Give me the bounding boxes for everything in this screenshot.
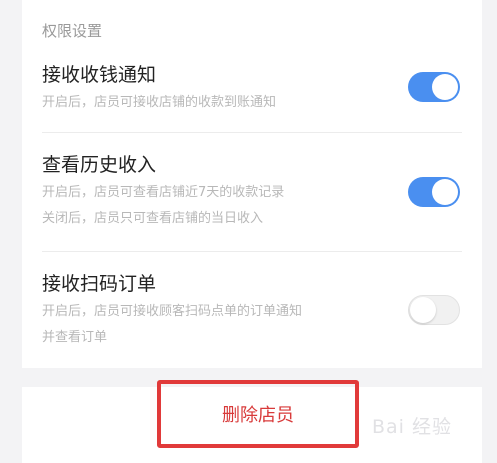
- permission-desc: 开启后，店员可接收顾客扫码点单的订单通知: [42, 304, 303, 319]
- toggle-knob: [410, 297, 436, 323]
- permission-row-receive-payment: 接收收钱通知 开启后，店员可接收店铺的收款到账通知: [42, 62, 462, 122]
- watermark: Bai 经验: [372, 416, 452, 438]
- permission-desc: 开启后，店员可接收店铺的收款到账通知: [42, 95, 277, 110]
- permission-title: 查看历史收入: [42, 154, 157, 176]
- toggle-knob: [432, 179, 458, 205]
- permission-title: 接收扫码订单: [42, 273, 157, 295]
- toggle-receive-payment[interactable]: [408, 72, 460, 102]
- section-title: 权限设置: [42, 22, 103, 40]
- permission-desc: 关闭后，店员只可查看店铺的当日收入: [42, 211, 264, 226]
- toggle-knob: [432, 74, 458, 100]
- permission-row-scan-orders: 接收扫码订单 开启后，店员可接收顾客扫码点单的订单通知 并查看订单: [42, 271, 462, 355]
- permission-row-view-history: 查看历史收入 开启后，店员可查看店铺近7天的收款记录 关闭后，店员只可查看店铺的…: [42, 152, 462, 236]
- divider: [42, 251, 462, 252]
- toggle-scan-orders[interactable]: [408, 295, 460, 325]
- toggle-view-history[interactable]: [408, 177, 460, 207]
- permission-desc: 开启后，店员可查看店铺近7天的收款记录: [42, 185, 285, 200]
- permission-title: 接收收钱通知: [42, 64, 157, 86]
- permission-settings-card: 权限设置 接收收钱通知 开启后，店员可接收店铺的收款到账通知 查看历史收入 开启…: [22, 0, 482, 368]
- delete-staff-button[interactable]: 删除店员: [161, 384, 355, 444]
- divider: [42, 132, 462, 133]
- permission-desc: 并查看订单: [42, 330, 108, 345]
